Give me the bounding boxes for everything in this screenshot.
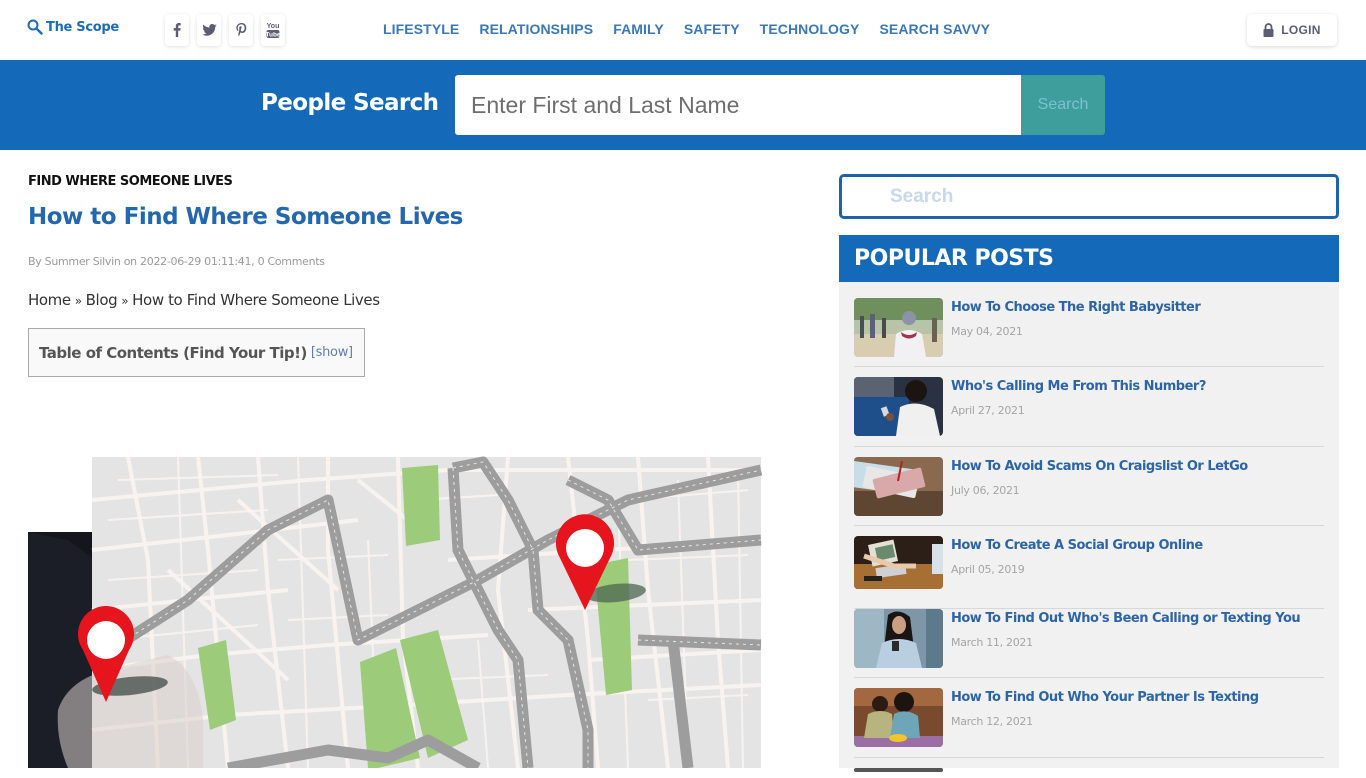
post-title-link[interactable]: How To Create A Social Group Online [951, 538, 1203, 553]
site-logo[interactable]: The Scope [27, 19, 119, 35]
people-search-button[interactable]: Search [1021, 75, 1105, 135]
login-button[interactable]: LOGIN [1247, 14, 1337, 46]
post-thumbnail[interactable] [854, 457, 943, 516]
post-date: July 06, 2021 [951, 484, 1020, 497]
post-thumbnail[interactable] [854, 609, 943, 668]
calling-texting-thumbnail [854, 609, 943, 668]
post-date: March 11, 2021 [951, 636, 1033, 649]
twitter-icon [201, 24, 217, 36]
breadcrumb: Home» Blog» How to Find Where Someone Live… [28, 291, 380, 309]
map-illustration [28, 456, 763, 768]
social-links: You Tube [165, 14, 285, 46]
post-date: March 12, 2021 [951, 715, 1033, 728]
table-of-contents: Table of Contents (Find Your Tip!) [show… [28, 328, 365, 377]
post-date: April 27, 2021 [951, 404, 1025, 417]
toc-title: Table of Contents (Find Your Tip!) [39, 343, 307, 362]
post-title-link[interactable]: How To Find Out Who Your Partner Is Text… [951, 690, 1259, 705]
scam-cards-thumbnail [854, 457, 943, 516]
babysitter-thumbnail [854, 298, 943, 357]
popular-posts-title: POPULAR POSTS [854, 246, 1054, 271]
youtube-button[interactable]: You Tube [261, 14, 285, 46]
nav-family[interactable]: FAMILY [613, 21, 664, 37]
twitter-button[interactable] [197, 14, 221, 46]
post-thumbnail[interactable] [854, 768, 943, 772]
facebook-icon [173, 23, 181, 37]
main-nav: LIFESTYLE RELATIONSHIPS FAMILY SAFETY TE… [383, 21, 1010, 37]
social-group-thumbnail [854, 536, 943, 589]
people-search-input[interactable] [455, 75, 1022, 135]
svg-text:Tube: Tube [266, 32, 280, 39]
post-title-link[interactable]: How To Find Out Who's Been Calling or Te… [951, 611, 1301, 626]
pinterest-icon [235, 23, 246, 37]
popular-posts-header: POPULAR POSTS [839, 235, 1339, 282]
post-title-link[interactable]: How To Choose The Right Babysitter [951, 300, 1201, 315]
partner-texting-thumbnail [854, 688, 943, 747]
pinterest-button[interactable] [229, 14, 253, 46]
popular-post-item: How To Find Out Who's Been Calling or Te… [854, 609, 1324, 678]
hero-image [28, 440, 768, 768]
post-title-link[interactable]: How To Avoid Scams On Craigslist Or LetG… [951, 459, 1248, 474]
people-search-title: People Search [261, 90, 439, 116]
nav-search-savvy[interactable]: SEARCH SAVVY [879, 21, 990, 37]
svg-text:You: You [267, 23, 280, 30]
article-title: How to Find Where Someone Lives [28, 204, 463, 230]
login-label: LOGIN [1281, 23, 1321, 37]
popular-post-item: How To Avoid Scams On Craigslist Or LetG… [854, 457, 1324, 526]
nav-technology[interactable]: TECHNOLOGY [760, 21, 860, 37]
breadcrumb-home[interactable]: Home [28, 291, 71, 309]
popular-posts-list: How To Choose The Right Babysitter May 0… [839, 282, 1339, 772]
popular-post-item: How To Find Out Who Your Partner Is Text… [854, 688, 1324, 758]
magnifier-logo-icon [27, 19, 43, 35]
post-thumbnail[interactable] [854, 688, 943, 747]
post-thumbnail[interactable] [854, 377, 943, 436]
post-date: April 05, 2019 [951, 563, 1025, 576]
facebook-button[interactable] [165, 14, 189, 46]
post-thumbnail[interactable] [854, 298, 943, 357]
breadcrumb-blog[interactable]: Blog [86, 291, 118, 309]
logo-text: The Scope [46, 19, 119, 35]
toc-show-toggle[interactable]: [show] [311, 345, 353, 360]
post-date: May 04, 2021 [951, 325, 1023, 338]
nav-relationships[interactable]: RELATIONSHIPS [479, 21, 593, 37]
breadcrumb-current: How to Find Where Someone Lives [132, 291, 380, 309]
breadcrumb-separator: » [74, 294, 82, 308]
breadcrumb-separator: » [121, 294, 129, 308]
lock-icon [1263, 23, 1274, 37]
nav-safety[interactable]: SAFETY [684, 21, 740, 37]
people-search-band: People Search Search [0, 60, 1366, 150]
popular-post-item-partial [854, 768, 1324, 778]
article-category: FIND WHERE SOMEONE LIVES [28, 174, 233, 189]
popular-post-item: How To Choose The Right Babysitter May 0… [854, 298, 1324, 367]
popular-post-item: How To Create A Social Group Online Apri… [854, 536, 1324, 609]
phone-caller-thumbnail [854, 377, 943, 436]
top-header: The Scope You Tube LIFESTYLE RELATIONSHI… [0, 0, 1366, 60]
popular-post-item: Who's Calling Me From This Number? April… [854, 377, 1324, 447]
article-meta: By Summer Silvin on 2022-06-29 01:11:41,… [28, 255, 325, 268]
youtube-icon: You Tube [266, 23, 280, 39]
post-title-link[interactable]: Who's Calling Me From This Number? [951, 379, 1206, 394]
nav-lifestyle[interactable]: LIFESTYLE [383, 21, 459, 37]
sidebar-search-input[interactable] [839, 174, 1339, 219]
post-thumbnail[interactable] [854, 536, 943, 589]
